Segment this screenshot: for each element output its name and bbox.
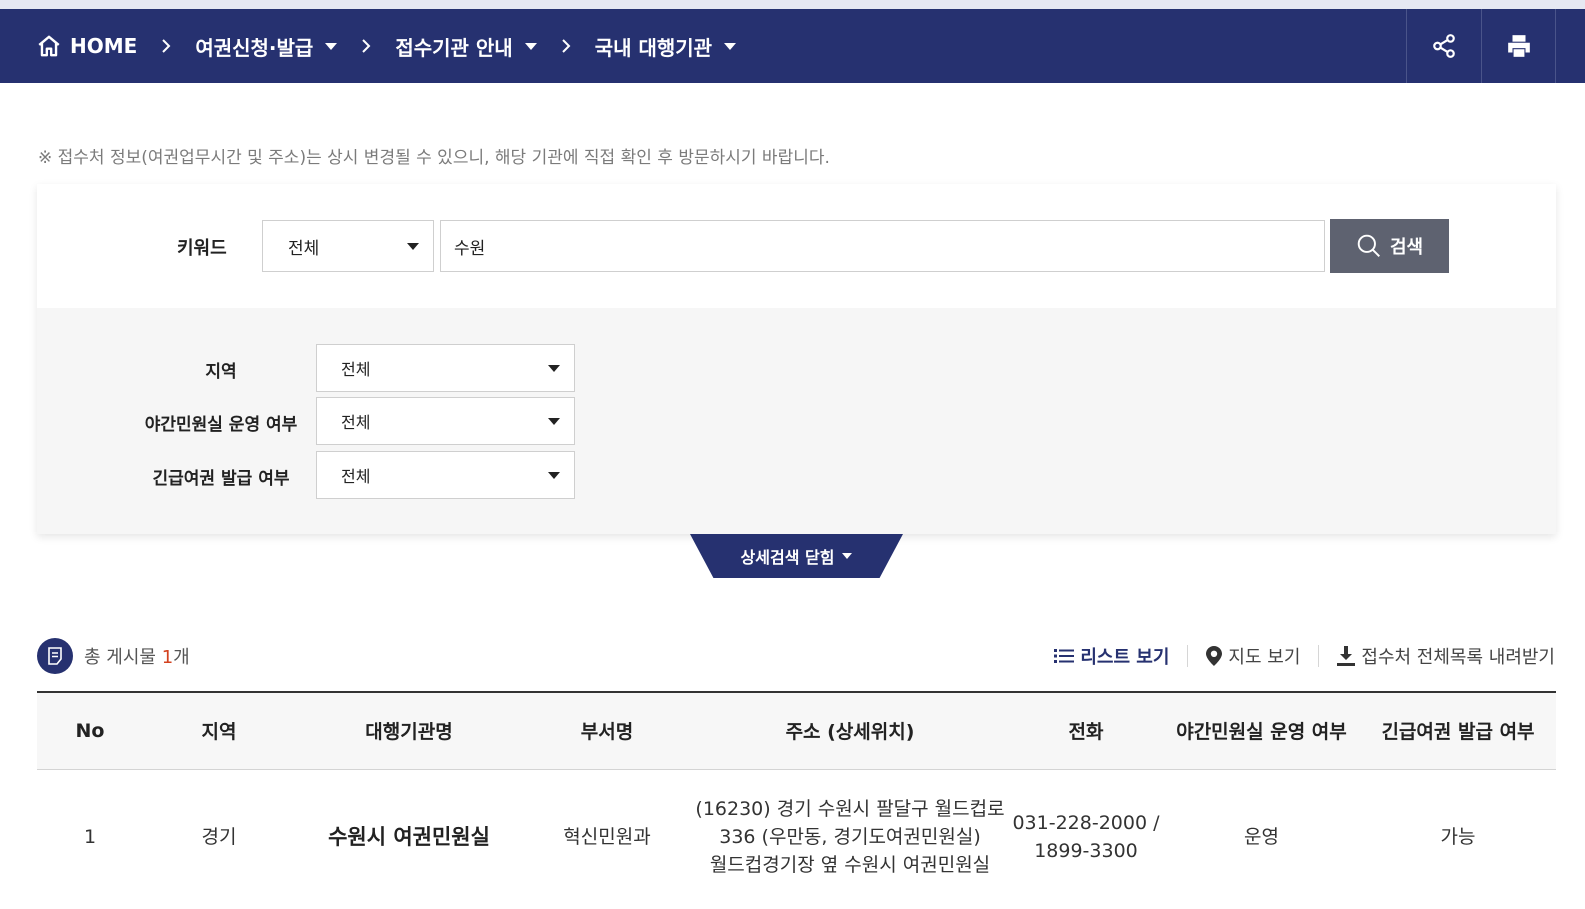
address-line: 월드컵경기장 옆 수원시 여권민원실 xyxy=(709,854,991,877)
search-button[interactable]: 검색 xyxy=(1330,219,1449,273)
breadcrumb-label: 접수기관 안내 xyxy=(395,35,513,60)
phone-line: 1899-3300 xyxy=(1034,840,1138,863)
breadcrumb-home-label: HOME xyxy=(70,34,138,58)
chevron-right-icon xyxy=(361,38,371,54)
divider xyxy=(1318,645,1320,667)
cell-address: (16230) 경기 수원시 팔달구 월드컵로 336 (우만동, 경기도여권민… xyxy=(691,769,1009,905)
cell-phone: 031-228-2000 / 1899-3300 xyxy=(1009,769,1163,905)
dropdown-arrow-icon xyxy=(548,365,560,372)
map-pin-icon xyxy=(1206,646,1223,666)
print-button[interactable] xyxy=(1481,9,1556,83)
cell-department: 혁신민원과 xyxy=(563,826,651,849)
column-header-no: No xyxy=(37,691,143,770)
dropdown-arrow-icon xyxy=(548,472,560,479)
map-view-label: 지도 보기 xyxy=(1228,647,1301,668)
dropdown-arrow-icon xyxy=(548,418,560,425)
view-options: 리스트 보기 지도 보기 접수처 전체목록 내려받기 xyxy=(1054,643,1555,669)
breadcrumb-label: 여권신청·발급 xyxy=(195,35,314,60)
share-icon xyxy=(1433,34,1455,58)
column-header-address: 주소 (상세위치) xyxy=(691,691,1009,770)
download-list-button[interactable]: 접수처 전체목록 내려받기 xyxy=(1337,643,1555,669)
print-icon xyxy=(1507,35,1530,57)
download-list-label: 접수처 전체목록 내려받기 xyxy=(1361,647,1555,668)
keyword-search-row: 키워드 전체 검색 xyxy=(37,184,1556,308)
night-office-select-value: 전체 xyxy=(341,413,371,432)
caret-down-icon xyxy=(325,42,338,50)
breadcrumb-item-domestic-agency[interactable]: 국내 대행기관 xyxy=(594,32,737,61)
keyword-scope-value: 전체 xyxy=(288,238,320,259)
keyword-input[interactable] xyxy=(440,220,1325,272)
toggle-tab-content: 상세검색 닫힘 xyxy=(690,534,903,578)
map-view-button[interactable]: 지도 보기 xyxy=(1206,643,1300,669)
list-icon xyxy=(1054,649,1075,663)
post-count-text: 총 게시물 1개 xyxy=(84,643,190,669)
post-count-prefix: 총 게시물 xyxy=(84,647,162,668)
post-count-number: 1 xyxy=(161,647,174,668)
urgent-passport-filter-label: 긴급여권 발급 여부 xyxy=(152,469,290,489)
region-filter-label: 지역 xyxy=(205,362,237,382)
breadcrumb-label: 국내 대행기관 xyxy=(594,35,713,60)
cell-urgent-passport: 가능 xyxy=(1440,826,1476,849)
download-icon xyxy=(1337,646,1356,666)
home-icon xyxy=(38,35,60,57)
address-line: (16230) 경기 수원시 팔달구 월드컵로 xyxy=(695,798,1005,821)
address-line: 336 (우만동, 경기도여권민원실) xyxy=(719,826,981,849)
breadcrumb: HOME 여권신청·발급 접수기관 안내 국내 대행기관 xyxy=(36,9,737,83)
column-header-department: 부서명 xyxy=(523,691,691,770)
divider xyxy=(1187,645,1189,667)
search-icon xyxy=(1357,234,1380,257)
post-count-suffix: 개 xyxy=(173,647,190,668)
list-view-button[interactable]: 리스트 보기 xyxy=(1054,643,1169,669)
advanced-search-toggle[interactable]: 상세검색 닫힘 xyxy=(690,534,903,578)
caret-down-icon xyxy=(524,42,537,50)
column-header-region: 지역 xyxy=(143,691,295,770)
top-strip xyxy=(0,0,1585,9)
breadcrumb-home[interactable]: HOME xyxy=(36,33,137,59)
caret-down-icon xyxy=(842,553,853,559)
urgent-passport-select[interactable]: 전체 xyxy=(316,451,575,499)
document-icon xyxy=(37,638,73,674)
night-office-filter-label: 야간민원실 운영 여부 xyxy=(144,415,298,435)
search-button-label: 검색 xyxy=(1389,237,1424,258)
dropdown-arrow-icon xyxy=(407,243,419,250)
cell-night-office: 운영 xyxy=(1244,826,1279,849)
advanced-search-toggle-label: 상세검색 닫힘 xyxy=(740,548,835,567)
cell-agency-name[interactable]: 수원시 여권민원실 xyxy=(295,769,523,905)
column-header-night-office: 야간민원실 운영 여부 xyxy=(1163,691,1360,770)
chevron-right-icon xyxy=(561,38,571,54)
notice-text: ※ 접수처 정보(여권업무시간 및 주소)는 상시 변경될 수 있으니, 해당 … xyxy=(38,148,830,168)
region-select[interactable]: 전체 xyxy=(316,344,575,392)
cell-region: 경기 xyxy=(201,826,237,849)
list-view-label: 리스트 보기 xyxy=(1080,647,1170,668)
agency-table: No 지역 대행기관명 부서명 주소 (상세위치) 전화 야간민원실 운영 여부… xyxy=(37,691,1556,905)
breadcrumb-item-passport-apply[interactable]: 여권신청·발급 xyxy=(195,32,338,61)
breadcrumb-item-office-guide[interactable]: 접수기관 안내 xyxy=(395,32,537,61)
column-header-phone: 전화 xyxy=(1009,691,1163,770)
chevron-right-icon xyxy=(161,38,171,54)
post-count: 총 게시물 1개 xyxy=(37,638,190,674)
share-button[interactable] xyxy=(1406,9,1481,83)
breadcrumb-bar: HOME 여권신청·발급 접수기관 안내 국내 대행기관 xyxy=(0,9,1585,83)
search-panel: 키워드 전체 검색 지역 전체 야간민원실 운영 여부 전체 긴급여권 발급 여… xyxy=(37,184,1556,534)
column-header-urgent-passport: 긴급여권 발급 여부 xyxy=(1360,691,1556,770)
column-header-agency-name: 대행기관명 xyxy=(295,691,523,770)
region-select-value: 전체 xyxy=(341,360,371,379)
caret-down-icon xyxy=(724,42,737,50)
night-office-select[interactable]: 전체 xyxy=(316,397,575,445)
table-header-row: No 지역 대행기관명 부서명 주소 (상세위치) 전화 야간민원실 운영 여부… xyxy=(37,691,1556,770)
keyword-label: 키워드 xyxy=(177,238,227,259)
urgent-passport-select-value: 전체 xyxy=(341,467,371,486)
table-row: 1 경기 수원시 여권민원실 혁신민원과 (16230) 경기 수원시 팔달구 … xyxy=(37,769,1556,905)
keyword-scope-select[interactable]: 전체 xyxy=(262,220,434,272)
phone-line: 031-228-2000 / xyxy=(1012,812,1160,835)
cell-no: 1 xyxy=(83,826,97,849)
